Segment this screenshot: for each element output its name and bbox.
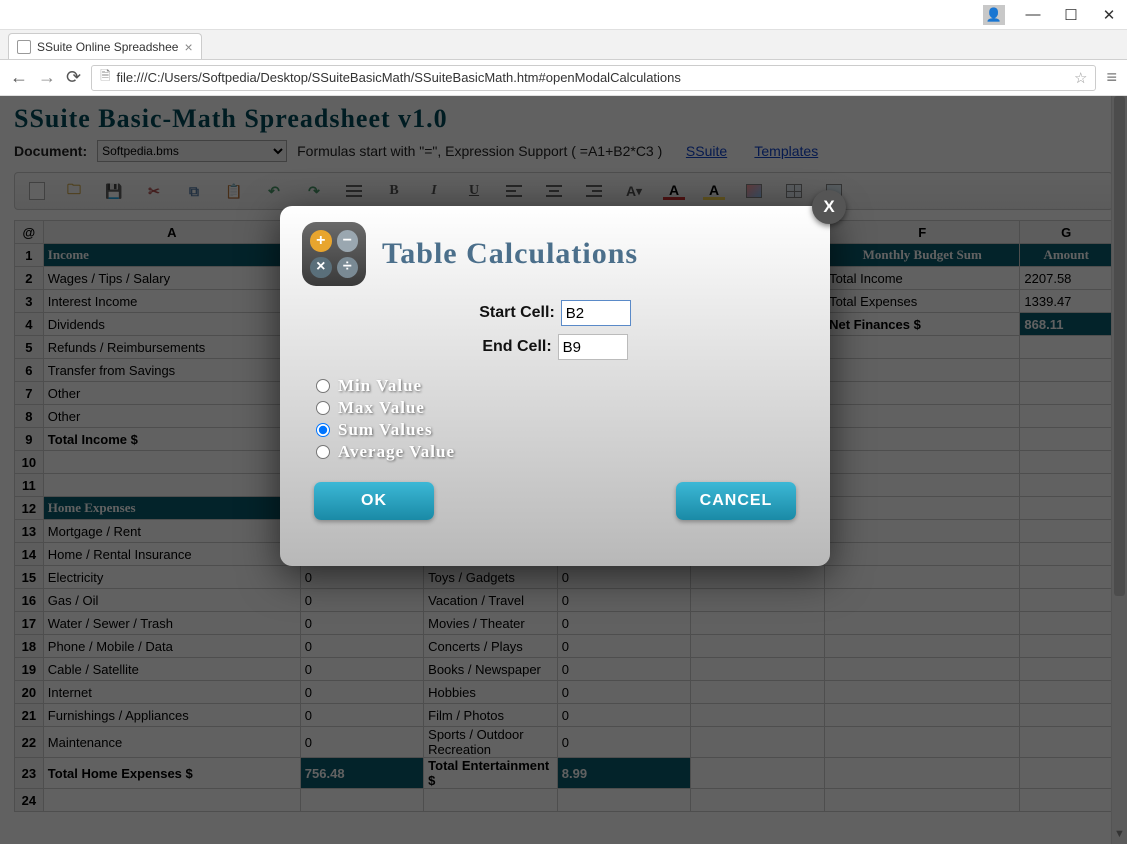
- end-cell-label: End Cell:: [482, 338, 551, 356]
- url-page-icon: 🗎: [100, 67, 110, 89]
- start-cell-input[interactable]: [561, 300, 631, 326]
- browser-menu-button[interactable]: ≡: [1106, 67, 1117, 88]
- ok-button[interactable]: OK: [314, 482, 434, 520]
- nav-forward-button[interactable]: →: [38, 67, 56, 88]
- url-text: file:///C:/Users/Softpedia/Desktop/SSuit…: [117, 70, 1068, 85]
- modal-close-button[interactable]: X: [812, 190, 846, 224]
- opt-avg[interactable]: Average Value: [316, 442, 830, 462]
- window-maximize-button[interactable]: ☐: [1061, 6, 1081, 24]
- modal-title: Table Calculations: [382, 237, 638, 271]
- nav-reload-button[interactable]: ⟳: [66, 67, 81, 88]
- nav-back-button[interactable]: ←: [10, 67, 28, 88]
- browser-tab[interactable]: SSuite Online Spreadshee ×: [8, 33, 202, 59]
- tab-title: SSuite Online Spreadshee: [37, 40, 178, 54]
- calculator-icon: +−×÷: [302, 222, 366, 286]
- table-calculations-modal: X +−×÷ Table Calculations Start Cell: En…: [280, 206, 830, 566]
- start-cell-label: Start Cell:: [479, 304, 555, 322]
- opt-min[interactable]: Min Value: [316, 376, 830, 396]
- calc-options: Min Value Max Value Sum Values Average V…: [316, 376, 830, 462]
- window-minimize-button[interactable]: —: [1023, 6, 1043, 23]
- browser-tab-strip: SSuite Online Spreadshee ×: [0, 30, 1127, 60]
- page-icon: [17, 40, 31, 54]
- bookmark-star-icon[interactable]: ☆: [1074, 69, 1087, 87]
- cancel-button[interactable]: CANCEL: [676, 482, 796, 520]
- window-close-button[interactable]: ✕: [1099, 6, 1119, 24]
- opt-sum[interactable]: Sum Values: [316, 420, 830, 440]
- tab-close-icon[interactable]: ×: [184, 39, 192, 55]
- opt-max[interactable]: Max Value: [316, 398, 830, 418]
- end-cell-input[interactable]: [558, 334, 628, 360]
- browser-address-bar: ← → ⟳ 🗎 file:///C:/Users/Softpedia/Deskt…: [0, 60, 1127, 96]
- page-viewport: SSuite Basic-Math Spreadsheet v1.0 Docum…: [0, 96, 1127, 844]
- address-input[interactable]: 🗎 file:///C:/Users/Softpedia/Desktop/SSu…: [91, 65, 1096, 91]
- window-titlebar: 👤 — ☐ ✕: [0, 0, 1127, 30]
- user-icon[interactable]: 👤: [983, 5, 1005, 25]
